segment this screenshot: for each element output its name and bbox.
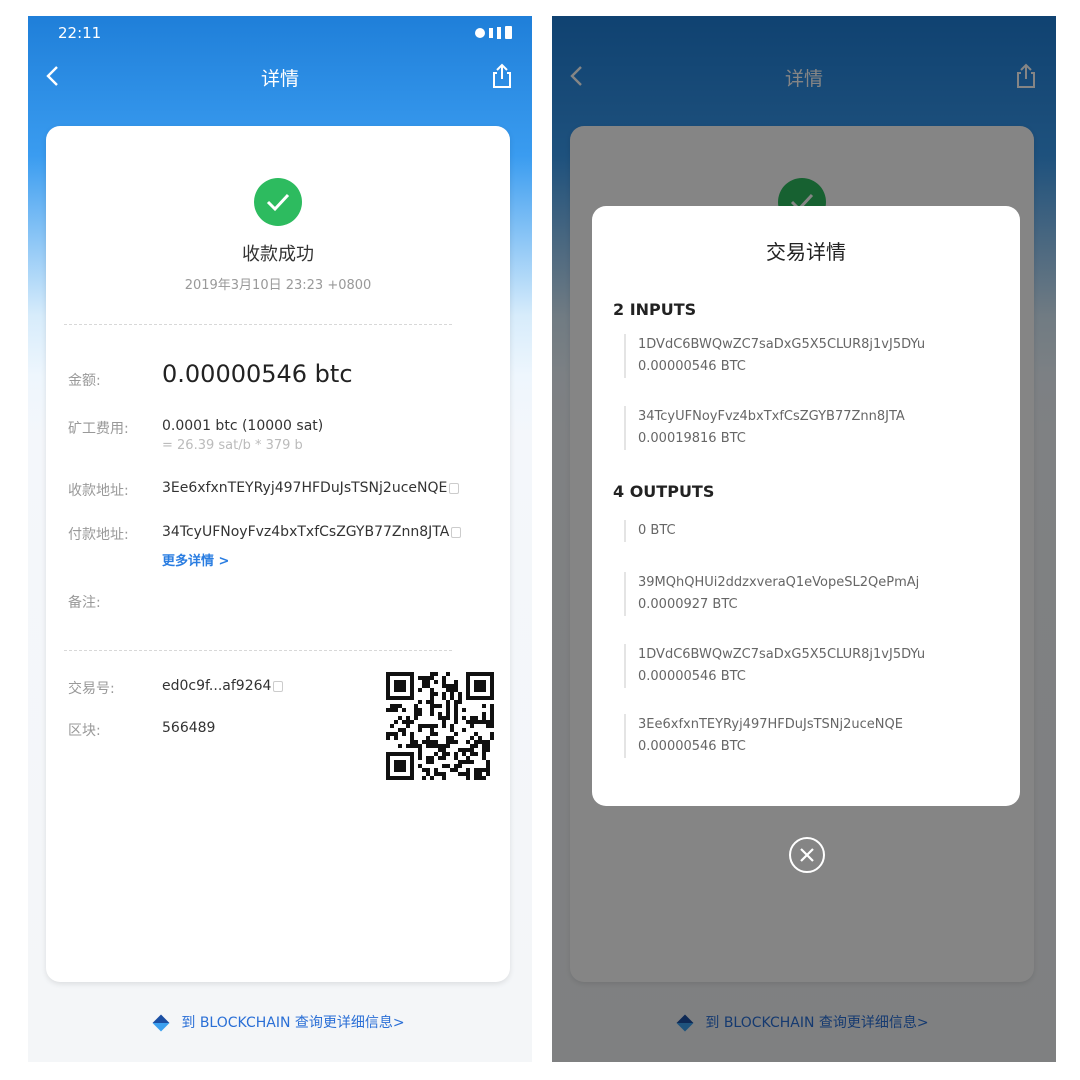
input-item: 34TcyUFNoyFvz4bxTxfCsZGYB77Znn8JTA 0.000… [624,406,905,450]
input-amount: 0.00019816 BTC [638,431,746,446]
close-circle-icon[interactable] [788,836,826,874]
alarm-icon [475,27,485,38]
note-label: 备注: [68,595,101,611]
txid-value: ed0c9f...af9264 [162,678,272,694]
wifi-icon [497,26,501,39]
check-circle-icon [254,178,302,226]
transaction-details-modal: 交易详情 2 INPUTS 1DVdC6BWQwZC7saDxG5X5CLUR8… [592,206,1020,806]
top-bar: 详情 [28,54,532,98]
block-label: 区块: [68,723,101,739]
copy-icon[interactable] [449,482,460,494]
txid-label: 交易号: [68,681,115,697]
output-address: 39MQhQHUi2ddzxveraQ1eVopeSL2QePmAj [638,575,920,590]
status-bar: 22:11 [28,16,532,52]
pay-address[interactable]: 34TcyUFNoyFvz4bxTxfCsZGYB77Znn8JTA [162,524,462,540]
output-item: 1DVdC6BWQwZC7saDxG5X5CLUR8j1vJ5DYu 0.000… [624,644,925,688]
detail-screen-with-modal: 详情 到 BLOCKCHAIN 查询更详细信息> 交易详情 2 INPUTS 1… [552,16,1056,1062]
input-address: 34TcyUFNoyFvz4bxTxfCsZGYB77Znn8JTA [638,409,905,424]
transaction-timestamp: 2019年3月10日 23:23 +0800 [184,278,372,293]
receive-address[interactable]: 3Ee6xfxnTEYRyj497HFDuJsTSNj2uceNQE [162,480,460,496]
input-address: 1DVdC6BWQwZC7saDxG5X5CLUR8j1vJ5DYu [638,337,926,352]
blockchain-link-label: 到 BLOCKCHAIN 查询更详细信息> [181,1015,405,1031]
input-amount: 0.00000546 BTC [638,359,746,374]
receive-address-label: 收款地址: [68,483,129,499]
output-amount: 0 BTC [638,523,676,538]
output-item: 0 BTC [624,520,676,542]
copy-icon[interactable] [273,680,284,692]
pay-address-value: 34TcyUFNoyFvz4bxTxfCsZGYB77Znn8JTA [162,524,450,540]
blockchain-logo-icon [152,1014,170,1032]
page-title: 详情 [260,68,299,90]
divider [64,650,452,651]
status-icons [475,26,512,39]
block-value: 566489 [162,720,216,736]
copy-icon[interactable] [451,526,462,538]
output-address: 1DVdC6BWQwZC7saDxG5X5CLUR8j1vJ5DYu [638,647,926,662]
qr-code-icon [386,672,494,780]
amount-label: 金额: [68,373,101,389]
battery-icon [505,26,512,39]
modal-title: 交易详情 [766,240,846,264]
output-amount: 0.00000546 BTC [638,739,746,754]
detail-screen: 22:11 详情 收款成功 2019年3月10日 23:23 +0800 金额:… [28,16,532,1062]
output-item: 39MQhQHUi2ddzxveraQ1eVopeSL2QePmAj 0.000… [624,572,919,616]
amount-value: 0.00000546 btc [162,360,353,388]
pay-address-label: 付款地址: [68,527,129,543]
fee-label: 矿工费用: [68,421,129,437]
share-icon[interactable] [488,62,516,90]
output-address: 3Ee6xfxnTEYRyj497HFDuJsTSNj2uceNQE [638,717,903,732]
fee-rate: = 26.39 sat/b * 379 b [162,438,303,453]
inputs-title: 2 INPUTS [613,300,697,319]
detail-card: 收款成功 2019年3月10日 23:23 +0800 金额: 0.000005… [46,126,510,982]
status-title: 收款成功 [242,244,314,265]
output-item: 3Ee6xfxnTEYRyj497HFDuJsTSNj2uceNQE 0.000… [624,714,903,758]
more-details-link[interactable]: 更多详情 > [162,550,229,569]
outputs-title: 4 OUTPUTS [613,482,715,501]
txid[interactable]: ed0c9f...af9264 [162,678,284,694]
blockchain-link[interactable]: 到 BLOCKCHAIN 查询更详细信息> [28,1012,532,1032]
divider [64,324,452,325]
input-item: 1DVdC6BWQwZC7saDxG5X5CLUR8j1vJ5DYu 0.000… [624,334,925,378]
fee-value: 0.0001 btc (10000 sat) [162,418,324,434]
output-amount: 0.00000546 BTC [638,669,746,684]
status-time: 22:11 [58,24,102,42]
signal-icon [489,27,493,38]
receive-address-value: 3Ee6xfxnTEYRyj497HFDuJsTSNj2uceNQE [162,480,448,496]
output-amount: 0.0000927 BTC [638,597,738,612]
